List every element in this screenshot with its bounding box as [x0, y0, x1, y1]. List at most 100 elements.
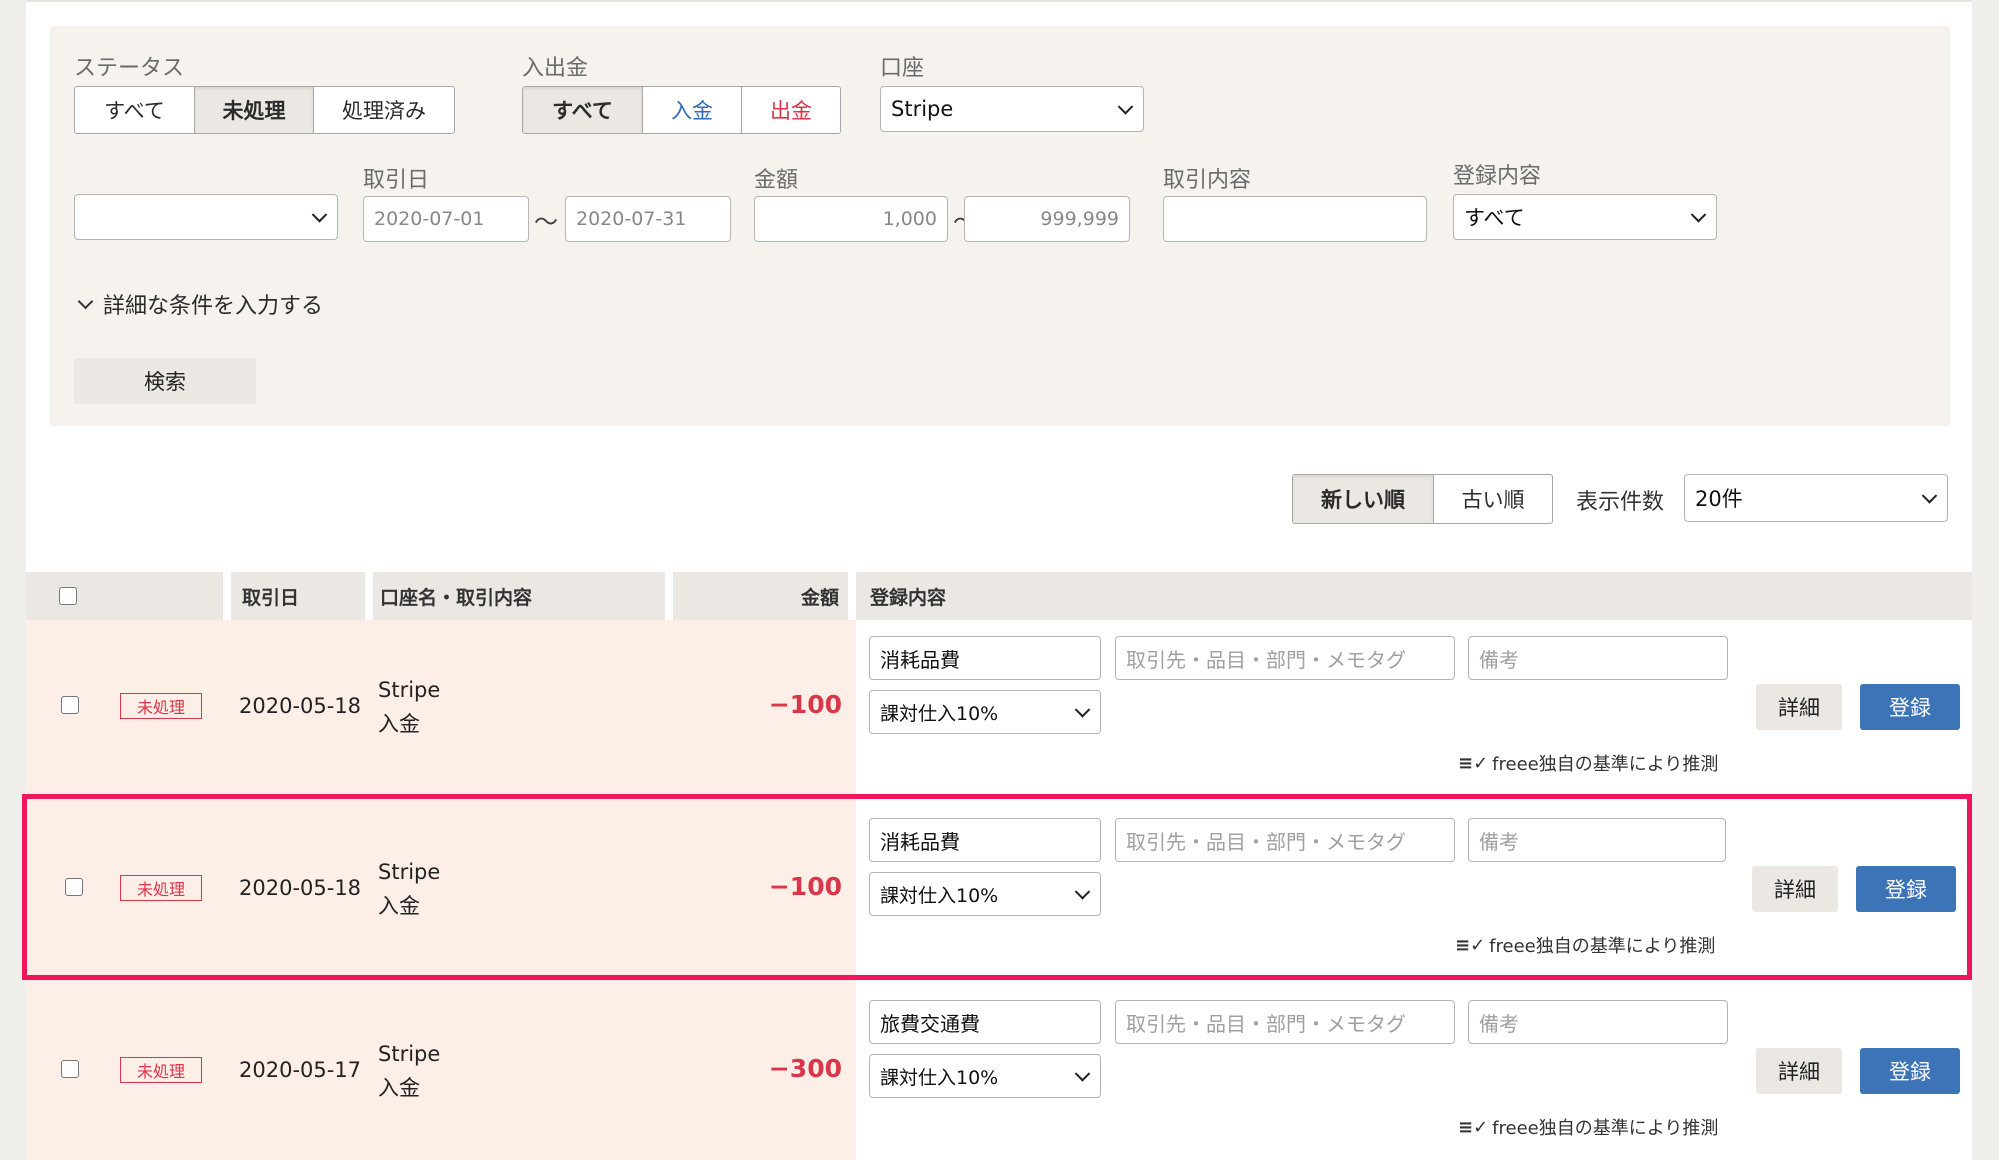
row-date: 2020-05-18	[239, 876, 362, 900]
date-range-separator: 〜	[534, 208, 558, 236]
account-type-select[interactable]	[74, 194, 338, 240]
header-date: 取引日	[242, 586, 300, 609]
status-option-all[interactable]: すべて	[75, 87, 194, 133]
memo-input[interactable]: 備考	[1468, 818, 1726, 862]
register-button[interactable]: 登録	[1860, 1048, 1960, 1094]
page-size-select[interactable]: 20件	[1684, 474, 1948, 522]
inout-option-withdrawal[interactable]: 出金	[741, 87, 840, 133]
chevron-down-icon	[311, 207, 328, 223]
account-select-value: Stripe	[891, 97, 954, 121]
row-date: 2020-05-17	[239, 1058, 362, 1082]
table-row: 未処理 2020-05-17 Stripe 入金 −300 旅費交通費 取引先・…	[26, 984, 1972, 1160]
status-segmented-control: すべて 未処理 処理済み	[74, 86, 455, 134]
header-divider	[848, 572, 856, 620]
status-filter-label: ステータス	[74, 56, 185, 81]
detail-button[interactable]: 詳細	[1756, 684, 1842, 730]
inout-filter-label: 入出金	[522, 56, 589, 81]
detail-button[interactable]: 詳細	[1752, 866, 1838, 912]
tax-category-select[interactable]: 課対仕入10%	[869, 872, 1101, 916]
chevron-down-icon	[1074, 1066, 1091, 1082]
list-check-icon: ≡✓	[1458, 752, 1489, 774]
row-checkbox[interactable]	[61, 1060, 79, 1078]
registration-select-value: すべて	[1464, 206, 1525, 230]
detail-button[interactable]: 詳細	[1756, 1048, 1842, 1094]
inout-option-deposit[interactable]: 入金	[642, 87, 741, 133]
sort-oldest-option[interactable]: 古い順	[1433, 475, 1552, 523]
registration-select[interactable]: すべて	[1453, 194, 1717, 240]
status-badge: 未処理	[120, 875, 202, 901]
status-option-processed[interactable]: 処理済み	[313, 87, 454, 133]
status-option-unprocessed[interactable]: 未処理	[194, 87, 313, 133]
prediction-hint-text: freee独自の基準により推測	[1489, 936, 1716, 957]
memo-input[interactable]: 備考	[1468, 636, 1728, 680]
tax-category-value: 課対仕入10%	[880, 884, 999, 907]
tax-category-select[interactable]: 課対仕入10%	[869, 1054, 1101, 1098]
header-divider	[365, 572, 373, 620]
table-header: 取引日 口座名・取引内容 金額 登録内容	[26, 572, 1972, 620]
status-badge: 未処理	[120, 693, 202, 719]
tags-input[interactable]: 取引先・品目・部門・メモタグ	[1115, 818, 1455, 862]
filter-panel: ステータス すべて 未処理 処理済み 入出金 すべて 入金 出金 口座 Stri…	[50, 26, 1950, 426]
account-select[interactable]: Stripe	[880, 86, 1144, 132]
tags-input[interactable]: 取引先・品目・部門・メモタグ	[1115, 1000, 1455, 1044]
status-badge: 未処理	[120, 1057, 202, 1083]
amount-max-input[interactable]: 999,999	[964, 196, 1130, 242]
account-category-input[interactable]: 旅費交通費	[869, 1000, 1101, 1044]
description-filter-label: 取引内容	[1163, 168, 1252, 193]
tax-category-value: 課対仕入10%	[880, 702, 999, 725]
amount-min-input[interactable]: 1,000	[754, 196, 948, 242]
row-transaction-type: 入金	[378, 894, 420, 918]
registration-filter-label: 登録内容	[1453, 164, 1542, 189]
prediction-hint-text: freee独自の基準により推測	[1492, 1118, 1719, 1139]
row-account-name: Stripe	[378, 678, 441, 702]
chevron-down-icon	[1074, 702, 1091, 718]
row-checkbox[interactable]	[65, 878, 83, 896]
list-check-icon: ≡✓	[1455, 934, 1486, 956]
prediction-hint: ≡✓ freee独自の基準により推測	[1458, 750, 1718, 776]
detail-conditions-label: 詳細な条件を入力する	[103, 294, 324, 319]
row-checkbox[interactable]	[61, 696, 79, 714]
row-amount: −100	[768, 690, 842, 719]
prediction-hint: ≡✓ freee独自の基準により推測	[1458, 1114, 1718, 1140]
register-button[interactable]: 登録	[1860, 684, 1960, 730]
row-account-name: Stripe	[378, 1042, 441, 1066]
page-size-value: 20件	[1695, 487, 1743, 511]
tax-category-value: 課対仕入10%	[880, 1066, 999, 1089]
tags-input[interactable]: 取引先・品目・部門・メモタグ	[1115, 636, 1455, 680]
prediction-hint-text: freee独自の基準により推測	[1492, 754, 1719, 775]
search-button[interactable]: 検索	[74, 358, 256, 404]
row-date: 2020-05-18	[239, 694, 362, 718]
memo-input[interactable]: 備考	[1468, 1000, 1728, 1044]
select-all-checkbox[interactable]	[59, 587, 77, 605]
header-divider	[665, 572, 673, 620]
inout-option-all[interactable]: すべて	[523, 87, 642, 133]
list-check-icon: ≡✓	[1458, 1116, 1489, 1138]
row-transaction-type: 入金	[378, 712, 420, 736]
sort-newest-option[interactable]: 新しい順	[1293, 475, 1433, 523]
inout-segmented-control: すべて 入金 出金	[522, 86, 841, 134]
account-category-input[interactable]: 消耗品費	[869, 818, 1101, 862]
chevron-down-icon	[1690, 207, 1707, 223]
table-row: 未処理 2020-05-18 Stripe 入金 −100 消耗品費 取引先・品…	[26, 620, 1972, 802]
header-account: 口座名・取引内容	[380, 586, 533, 609]
header-divider	[223, 572, 231, 620]
account-category-input[interactable]: 消耗品費	[869, 636, 1101, 680]
row-account-name: Stripe	[378, 860, 441, 884]
date-to-input[interactable]: 2020-07-31	[565, 196, 731, 242]
row-amount: −300	[768, 1054, 842, 1083]
detail-conditions-toggle[interactable]: 詳細な条件を入力する	[77, 288, 324, 320]
date-from-input[interactable]: 2020-07-01	[363, 196, 529, 242]
chevron-down-icon	[1921, 488, 1938, 504]
account-filter-label: 口座	[880, 56, 925, 81]
amount-filter-label: 金額	[754, 168, 799, 193]
description-input[interactable]	[1163, 196, 1427, 242]
tax-category-select[interactable]: 課対仕入10%	[869, 690, 1101, 734]
register-button[interactable]: 登録	[1856, 866, 1956, 912]
header-amount: 金額	[801, 586, 840, 609]
row-transaction-type: 入金	[378, 1076, 420, 1100]
table-row: 未処理 2020-05-18 Stripe 入金 −100 消耗品費 取引先・品…	[26, 802, 1972, 984]
date-filter-label: 取引日	[363, 168, 430, 193]
prediction-hint: ≡✓ freee独自の基準により推測	[1455, 932, 1715, 958]
row-amount: −100	[768, 872, 842, 901]
chevron-down-icon	[77, 293, 94, 309]
